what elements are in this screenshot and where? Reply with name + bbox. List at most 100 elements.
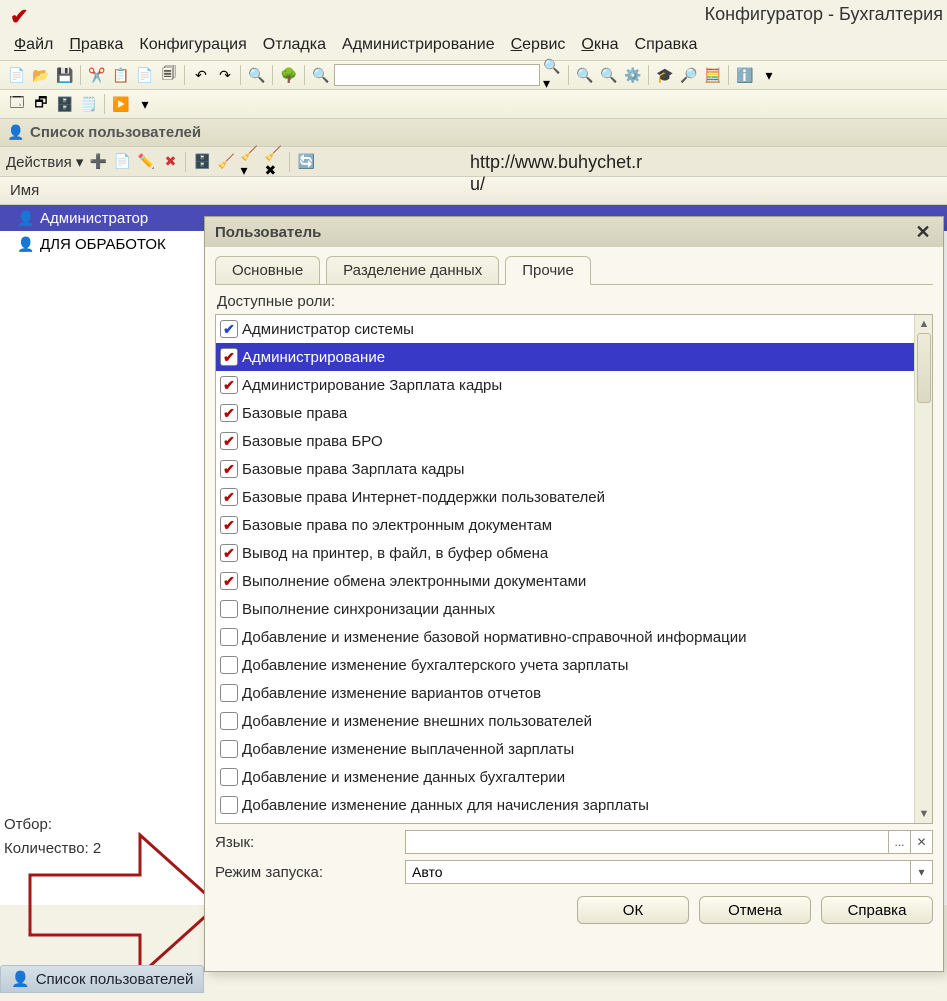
copy-icon[interactable]: 📋 <box>110 64 132 86</box>
open-icon[interactable]: 📂 <box>30 64 52 86</box>
run-dd-icon[interactable]: ▾ <box>134 93 156 115</box>
user-hat-icon[interactable]: 🎓 <box>654 64 676 86</box>
checkbox[interactable] <box>220 600 238 618</box>
user-search-icon[interactable]: 🔎 <box>678 64 700 86</box>
checkbox[interactable] <box>220 516 238 534</box>
menu-debug[interactable]: Отладка <box>263 36 326 54</box>
form-icon[interactable]: 🗒️ <box>78 93 100 115</box>
role-item[interactable]: Добавление изменение вариантов отчетов <box>216 679 914 707</box>
lang-select-button[interactable]: ... <box>888 830 910 854</box>
info-icon[interactable]: ℹ️ <box>734 64 756 86</box>
search-go-icon[interactable]: 🔍▾ <box>542 64 564 86</box>
edit-icon[interactable]: ✏️ <box>135 151 157 173</box>
menu-windows[interactable]: Окнаdocument.currentScript.previousSibli… <box>581 36 618 54</box>
checkbox[interactable] <box>220 628 238 646</box>
undo-icon[interactable]: ↶ <box>190 64 212 86</box>
menu-admin[interactable]: Администрирование <box>342 36 495 54</box>
save-icon[interactable]: 💾 <box>54 64 76 86</box>
close-icon[interactable]: ✕ <box>913 222 933 242</box>
add-icon[interactable]: ➕ <box>87 151 109 173</box>
window-icon[interactable]: 🗔 <box>6 93 28 115</box>
checkbox[interactable] <box>220 460 238 478</box>
cancel-button[interactable]: Отмена <box>699 896 811 924</box>
filter2-icon[interactable]: 🧹 <box>215 151 237 173</box>
redo-icon[interactable]: ↷ <box>214 64 236 86</box>
filter3-icon[interactable]: 🧹▾ <box>239 151 261 173</box>
role-item[interactable]: Добавление и изменение базовой нормативн… <box>216 623 914 651</box>
checkbox[interactable] <box>220 572 238 590</box>
compare-icon[interactable]: 🗐 <box>158 64 180 86</box>
lang-clear-button[interactable]: ✕ <box>910 830 932 854</box>
checkbox[interactable] <box>220 488 238 506</box>
checkbox[interactable] <box>220 796 238 814</box>
help-dropdown-icon[interactable]: ▾ <box>758 64 780 86</box>
lang-input[interactable]: ... ✕ <box>405 830 933 854</box>
role-item[interactable]: Выполнение обмена электронными документа… <box>216 567 914 595</box>
checkbox[interactable] <box>220 656 238 674</box>
filter1-icon[interactable]: 🗄️ <box>191 151 213 173</box>
find-icon[interactable]: 🔍 <box>246 64 268 86</box>
checkbox[interactable] <box>220 432 238 450</box>
tab-other[interactable]: Прочие <box>505 256 591 285</box>
mode-select[interactable]: Авто ▾ <box>405 860 933 884</box>
tab-split[interactable]: Разделение данных <box>326 256 499 284</box>
checkbox[interactable] <box>220 712 238 730</box>
checkbox[interactable] <box>220 376 238 394</box>
role-item[interactable]: Базовые права <box>216 399 914 427</box>
footer-tab[interactable]: 👤 Список пользователей <box>0 965 204 993</box>
role-item[interactable]: Добавление и изменение данных бухгалтери… <box>216 763 914 791</box>
checkbox[interactable] <box>220 404 238 422</box>
actions-label[interactable]: Действия ▾ <box>6 153 83 171</box>
checkbox[interactable] <box>220 320 238 338</box>
scroll-down-icon[interactable]: ▼ <box>915 805 933 823</box>
new-doc-icon[interactable]: 📄 <box>6 64 28 86</box>
search-input[interactable] <box>334 64 540 86</box>
role-label: Базовые права Интернет-поддержки пользов… <box>242 489 605 506</box>
role-item[interactable]: Базовые права Зарплата кадры <box>216 455 914 483</box>
menu-service[interactable]: Сервисdocument.currentScript.previousSib… <box>511 36 566 54</box>
role-item[interactable]: Администрирование <box>216 343 914 371</box>
role-item[interactable]: Администратор системы <box>216 315 914 343</box>
tree-icon[interactable]: 🌳 <box>278 64 300 86</box>
settings-icon[interactable]: ⚙️ <box>622 64 644 86</box>
cut-icon[interactable]: ✂️ <box>86 64 108 86</box>
role-item[interactable]: Базовые права БРО <box>216 427 914 455</box>
delete-icon[interactable]: ✖ <box>159 151 181 173</box>
menu-help[interactable]: Справка <box>635 36 698 54</box>
paste-icon[interactable]: 📄 <box>134 64 156 86</box>
scrollbar[interactable]: ▲ ▼ <box>914 315 932 823</box>
menu-edit[interactable]: Правкаdocument.currentScript.previousSib… <box>69 36 123 54</box>
chevron-down-icon[interactable]: ▾ <box>910 860 932 884</box>
checkbox[interactable] <box>220 740 238 758</box>
ok-button[interactable]: ОК <box>577 896 689 924</box>
windows-icon[interactable]: 🗗 <box>30 93 52 115</box>
refresh-icon[interactable]: 🔄 <box>295 151 317 173</box>
calc-icon[interactable]: 🧮 <box>702 64 724 86</box>
zoom-out-icon[interactable]: 🔍 <box>598 64 620 86</box>
menu-config[interactable]: Конфигурация <box>139 36 246 54</box>
role-item[interactable]: Выполнение синхронизации данных <box>216 595 914 623</box>
role-item[interactable]: Базовые права по электронным документам <box>216 511 914 539</box>
checkbox[interactable] <box>220 768 238 786</box>
role-item[interactable]: Администрирование Зарплата кадры <box>216 371 914 399</box>
scroll-up-icon[interactable]: ▲ <box>915 315 933 333</box>
role-item[interactable]: Добавление изменение выплаченной зарплат… <box>216 735 914 763</box>
checkbox[interactable] <box>220 544 238 562</box>
role-item[interactable]: Базовые права Интернет-поддержки пользов… <box>216 483 914 511</box>
run-icon[interactable]: ▶️ <box>110 93 132 115</box>
scroll-thumb[interactable] <box>917 333 931 403</box>
db-icon[interactable]: 🗄️ <box>54 93 76 115</box>
role-item[interactable]: Добавление и изменение внешних пользоват… <box>216 707 914 735</box>
tab-main[interactable]: Основные <box>215 256 320 284</box>
role-item[interactable]: Добавление изменение бухгалтерского учет… <box>216 651 914 679</box>
role-item[interactable]: Добавление изменение данных для начислен… <box>216 791 914 819</box>
role-item[interactable]: Вывод на принтер, в файл, в буфер обмена <box>216 539 914 567</box>
checkbox[interactable] <box>220 684 238 702</box>
menu-file[interactable]: Файлdocument.currentScript.previousSibli… <box>14 36 53 54</box>
filter-clear-icon[interactable]: 🧹✖ <box>263 151 285 173</box>
zoom-in-icon[interactable]: 🔍 <box>574 64 596 86</box>
copy-item-icon[interactable]: 📄 <box>111 151 133 173</box>
help-button[interactable]: Справка <box>821 896 933 924</box>
zoom-icon[interactable]: 🔍 <box>310 64 332 86</box>
checkbox[interactable] <box>220 348 238 366</box>
